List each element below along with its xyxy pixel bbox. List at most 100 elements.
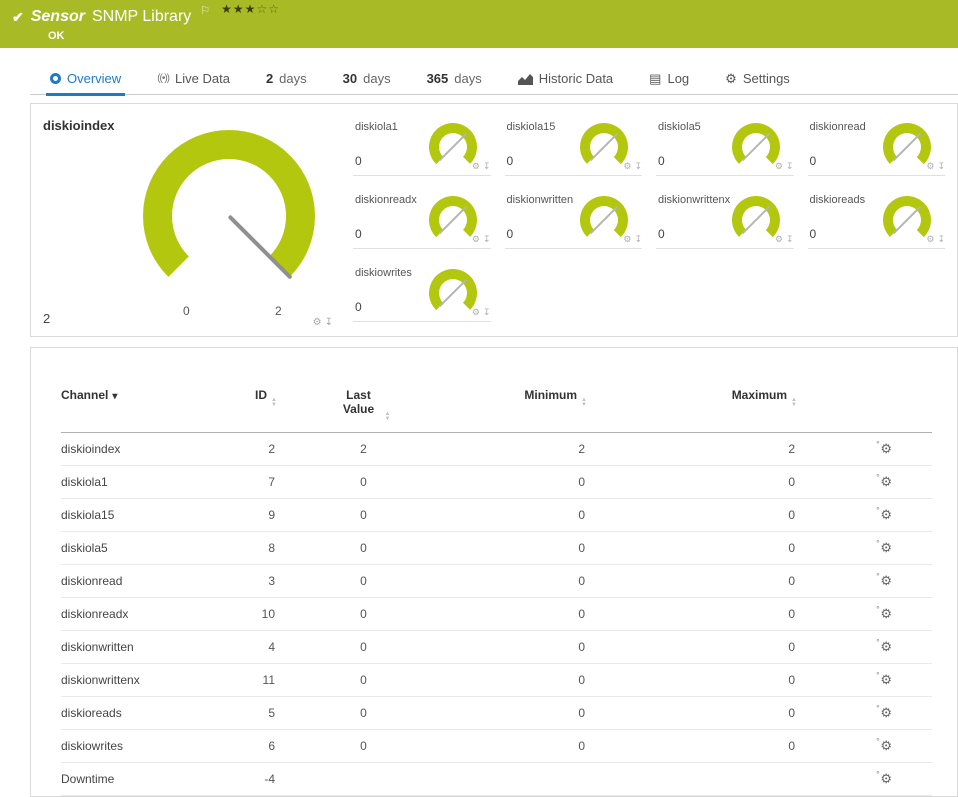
table-header-row: Channel ▾ ID ▲ ▼ Last Value ▲ ▼ Minimum ▲ ▼ Max… bbox=[61, 368, 932, 433]
gauge-settings-icon[interactable]: ⚙ bbox=[472, 307, 480, 317]
channel-last-value: 0 bbox=[281, 696, 446, 730]
gauge-pin-icon[interactable]: ↧ bbox=[634, 234, 642, 244]
tab-historic-data[interactable]: Historic Data bbox=[514, 71, 617, 94]
channel-settings-icon[interactable]: ⚙ bbox=[880, 771, 892, 786]
gauge-channel-label: diskionread bbox=[809, 121, 866, 133]
tab-label: Settings bbox=[742, 71, 790, 86]
channel-name: diskionread bbox=[61, 564, 236, 598]
gauge-pin-icon[interactable]: ↧ bbox=[483, 161, 491, 171]
tab-label: Historic Data bbox=[538, 71, 614, 86]
overview-icon bbox=[50, 73, 61, 84]
tab-settings[interactable]: ⚙ Settings bbox=[721, 71, 794, 94]
tab-live-data[interactable]: ((•)) Live Data bbox=[153, 71, 234, 94]
table-row: diskionwrittenx 11 0 0 0 ⚙ bbox=[61, 663, 932, 697]
tab-overview[interactable]: Overview bbox=[46, 71, 126, 96]
channel-settings-icon[interactable]: ⚙ bbox=[880, 474, 892, 489]
gauge-settings-icon[interactable]: ⚙ bbox=[926, 234, 934, 244]
channel-last-value: 0 bbox=[281, 597, 446, 631]
channel-id: 3 bbox=[236, 564, 281, 598]
channel-last-value: 0 bbox=[281, 729, 446, 763]
channel-id: 2 bbox=[236, 432, 281, 466]
tab-number: 30 bbox=[342, 71, 358, 86]
channel-settings-icon[interactable]: ⚙ bbox=[880, 540, 892, 555]
tab-log[interactable]: ▤ Log bbox=[645, 71, 693, 94]
tab-label: days bbox=[279, 71, 307, 86]
channel-settings-icon[interactable]: ⚙ bbox=[880, 441, 892, 456]
gauge-pin-icon[interactable]: ↧ bbox=[937, 161, 945, 171]
channel-minimum: 0 bbox=[446, 630, 591, 664]
channel-settings-icon[interactable]: ⚙ bbox=[880, 639, 892, 654]
gauge bbox=[143, 130, 315, 302]
priority-stars[interactable]: ★★★☆☆ bbox=[221, 2, 280, 16]
gauge-pin-icon[interactable]: ↧ bbox=[786, 234, 794, 244]
channel-last-value: 0 bbox=[281, 564, 446, 598]
stars-empty: ☆☆ bbox=[256, 2, 280, 16]
gauge-settings-icon[interactable]: ⚙ bbox=[623, 234, 631, 244]
gauge-pin-icon[interactable]: ↧ bbox=[483, 234, 491, 244]
favorite-flag-icon[interactable]: ⚐ bbox=[200, 4, 210, 17]
table-row: diskionread 3 0 0 0 ⚙ bbox=[61, 564, 932, 598]
gauge-settings-icon[interactable]: ⚙ bbox=[313, 317, 322, 328]
channel-minimum: 0 bbox=[446, 465, 591, 499]
gauge-settings-icon[interactable]: ⚙ bbox=[472, 161, 480, 171]
channel-maximum: 0 bbox=[591, 531, 801, 565]
channel-minimum: 0 bbox=[446, 597, 591, 631]
channel-settings-icon[interactable]: ⚙ bbox=[880, 705, 892, 720]
column-header-last-value[interactable]: Last Value ▲ ▼ bbox=[281, 368, 446, 433]
channel-settings-icon[interactable]: ⚙ bbox=[880, 573, 892, 588]
channel-maximum: 0 bbox=[591, 696, 801, 730]
gauge-settings-icon[interactable]: ⚙ bbox=[775, 161, 783, 171]
channel-name: diskiola15 bbox=[61, 498, 236, 532]
channel-last-value: 0 bbox=[281, 498, 446, 532]
gauge-cell: diskiola5 0 ⚙ ↧ bbox=[656, 118, 794, 176]
channel-last-value: 0 bbox=[281, 531, 446, 565]
gauge-pin-icon[interactable]: ↧ bbox=[786, 161, 794, 171]
channel-settings-icon[interactable]: ⚙ bbox=[880, 738, 892, 753]
gauge-cell: diskionread 0 ⚙ ↧ bbox=[807, 118, 945, 176]
gauge-value: 0 bbox=[809, 154, 817, 168]
column-label: Channel bbox=[61, 388, 109, 402]
small-gauges-grid: diskiola1 0 ⚙ ↧ diskiola15 0 ⚙ ↧ diskiola5… bbox=[349, 104, 957, 336]
table-row: diskiola15 9 0 0 0 ⚙ bbox=[61, 498, 932, 532]
gauge-settings-icon[interactable]: ⚙ bbox=[926, 161, 934, 171]
column-header-id[interactable]: ID ▲ ▼ bbox=[236, 368, 281, 433]
gauge-pin-icon[interactable]: ↧ bbox=[483, 307, 491, 317]
gauge-channel-label: diskiola5 bbox=[658, 121, 701, 133]
gauge-settings-icon[interactable]: ⚙ bbox=[623, 161, 631, 171]
gauge-pin-icon[interactable]: ↧ bbox=[937, 234, 945, 244]
gauge-cell: diskiowrites 0 ⚙ ↧ bbox=[353, 264, 491, 322]
gauge-value: 0 bbox=[506, 154, 514, 168]
tab-label: days bbox=[454, 71, 482, 86]
tab-365-days[interactable]: 365 days bbox=[423, 71, 486, 94]
historic-data-icon bbox=[517, 73, 533, 85]
stars-filled: ★★★ bbox=[221, 2, 257, 16]
tab-30-days[interactable]: 30 days bbox=[339, 71, 395, 94]
table-row: diskioreads 5 0 0 0 ⚙ bbox=[61, 696, 932, 730]
gauge-scale-max: 2 bbox=[275, 304, 282, 318]
channel-minimum: 2 bbox=[446, 432, 591, 466]
sort-arrows-icon: ▲ ▼ bbox=[581, 397, 587, 408]
channel-settings-icon[interactable]: ⚙ bbox=[880, 606, 892, 621]
gauge-cell: diskiola1 0 ⚙ ↧ bbox=[353, 118, 491, 176]
gauge-channel-label: diskioindex bbox=[43, 118, 115, 133]
gauge-pin-icon[interactable]: ↧ bbox=[634, 161, 642, 171]
gauge-cell: diskionwritten 0 ⚙ ↧ bbox=[504, 191, 642, 249]
channel-settings-icon[interactable]: ⚙ bbox=[880, 672, 892, 687]
sensor-type-label: Sensor bbox=[30, 8, 85, 25]
channel-id: 11 bbox=[236, 663, 281, 697]
channel-name: diskiowrites bbox=[61, 729, 236, 763]
column-header-minimum[interactable]: Minimum ▲ ▼ bbox=[446, 368, 591, 433]
column-header-channel[interactable]: Channel ▾ bbox=[61, 368, 236, 433]
gauge-settings-icon[interactable]: ⚙ bbox=[775, 234, 783, 244]
gauge-value: 0 bbox=[355, 154, 362, 168]
channel-maximum: 0 bbox=[591, 630, 801, 664]
gauge-pin-icon[interactable]: ↧ bbox=[325, 317, 333, 328]
channel-id: 10 bbox=[236, 597, 281, 631]
gauge-value: 0 bbox=[355, 227, 362, 241]
live-data-icon: ((•)) bbox=[157, 73, 170, 84]
gauge-settings-icon[interactable]: ⚙ bbox=[472, 234, 480, 244]
tab-label: Log bbox=[667, 71, 690, 86]
column-header-maximum[interactable]: Maximum ▲ ▼ bbox=[591, 368, 801, 433]
tab-2-days[interactable]: 2 days bbox=[262, 71, 311, 94]
channel-settings-icon[interactable]: ⚙ bbox=[880, 507, 892, 522]
